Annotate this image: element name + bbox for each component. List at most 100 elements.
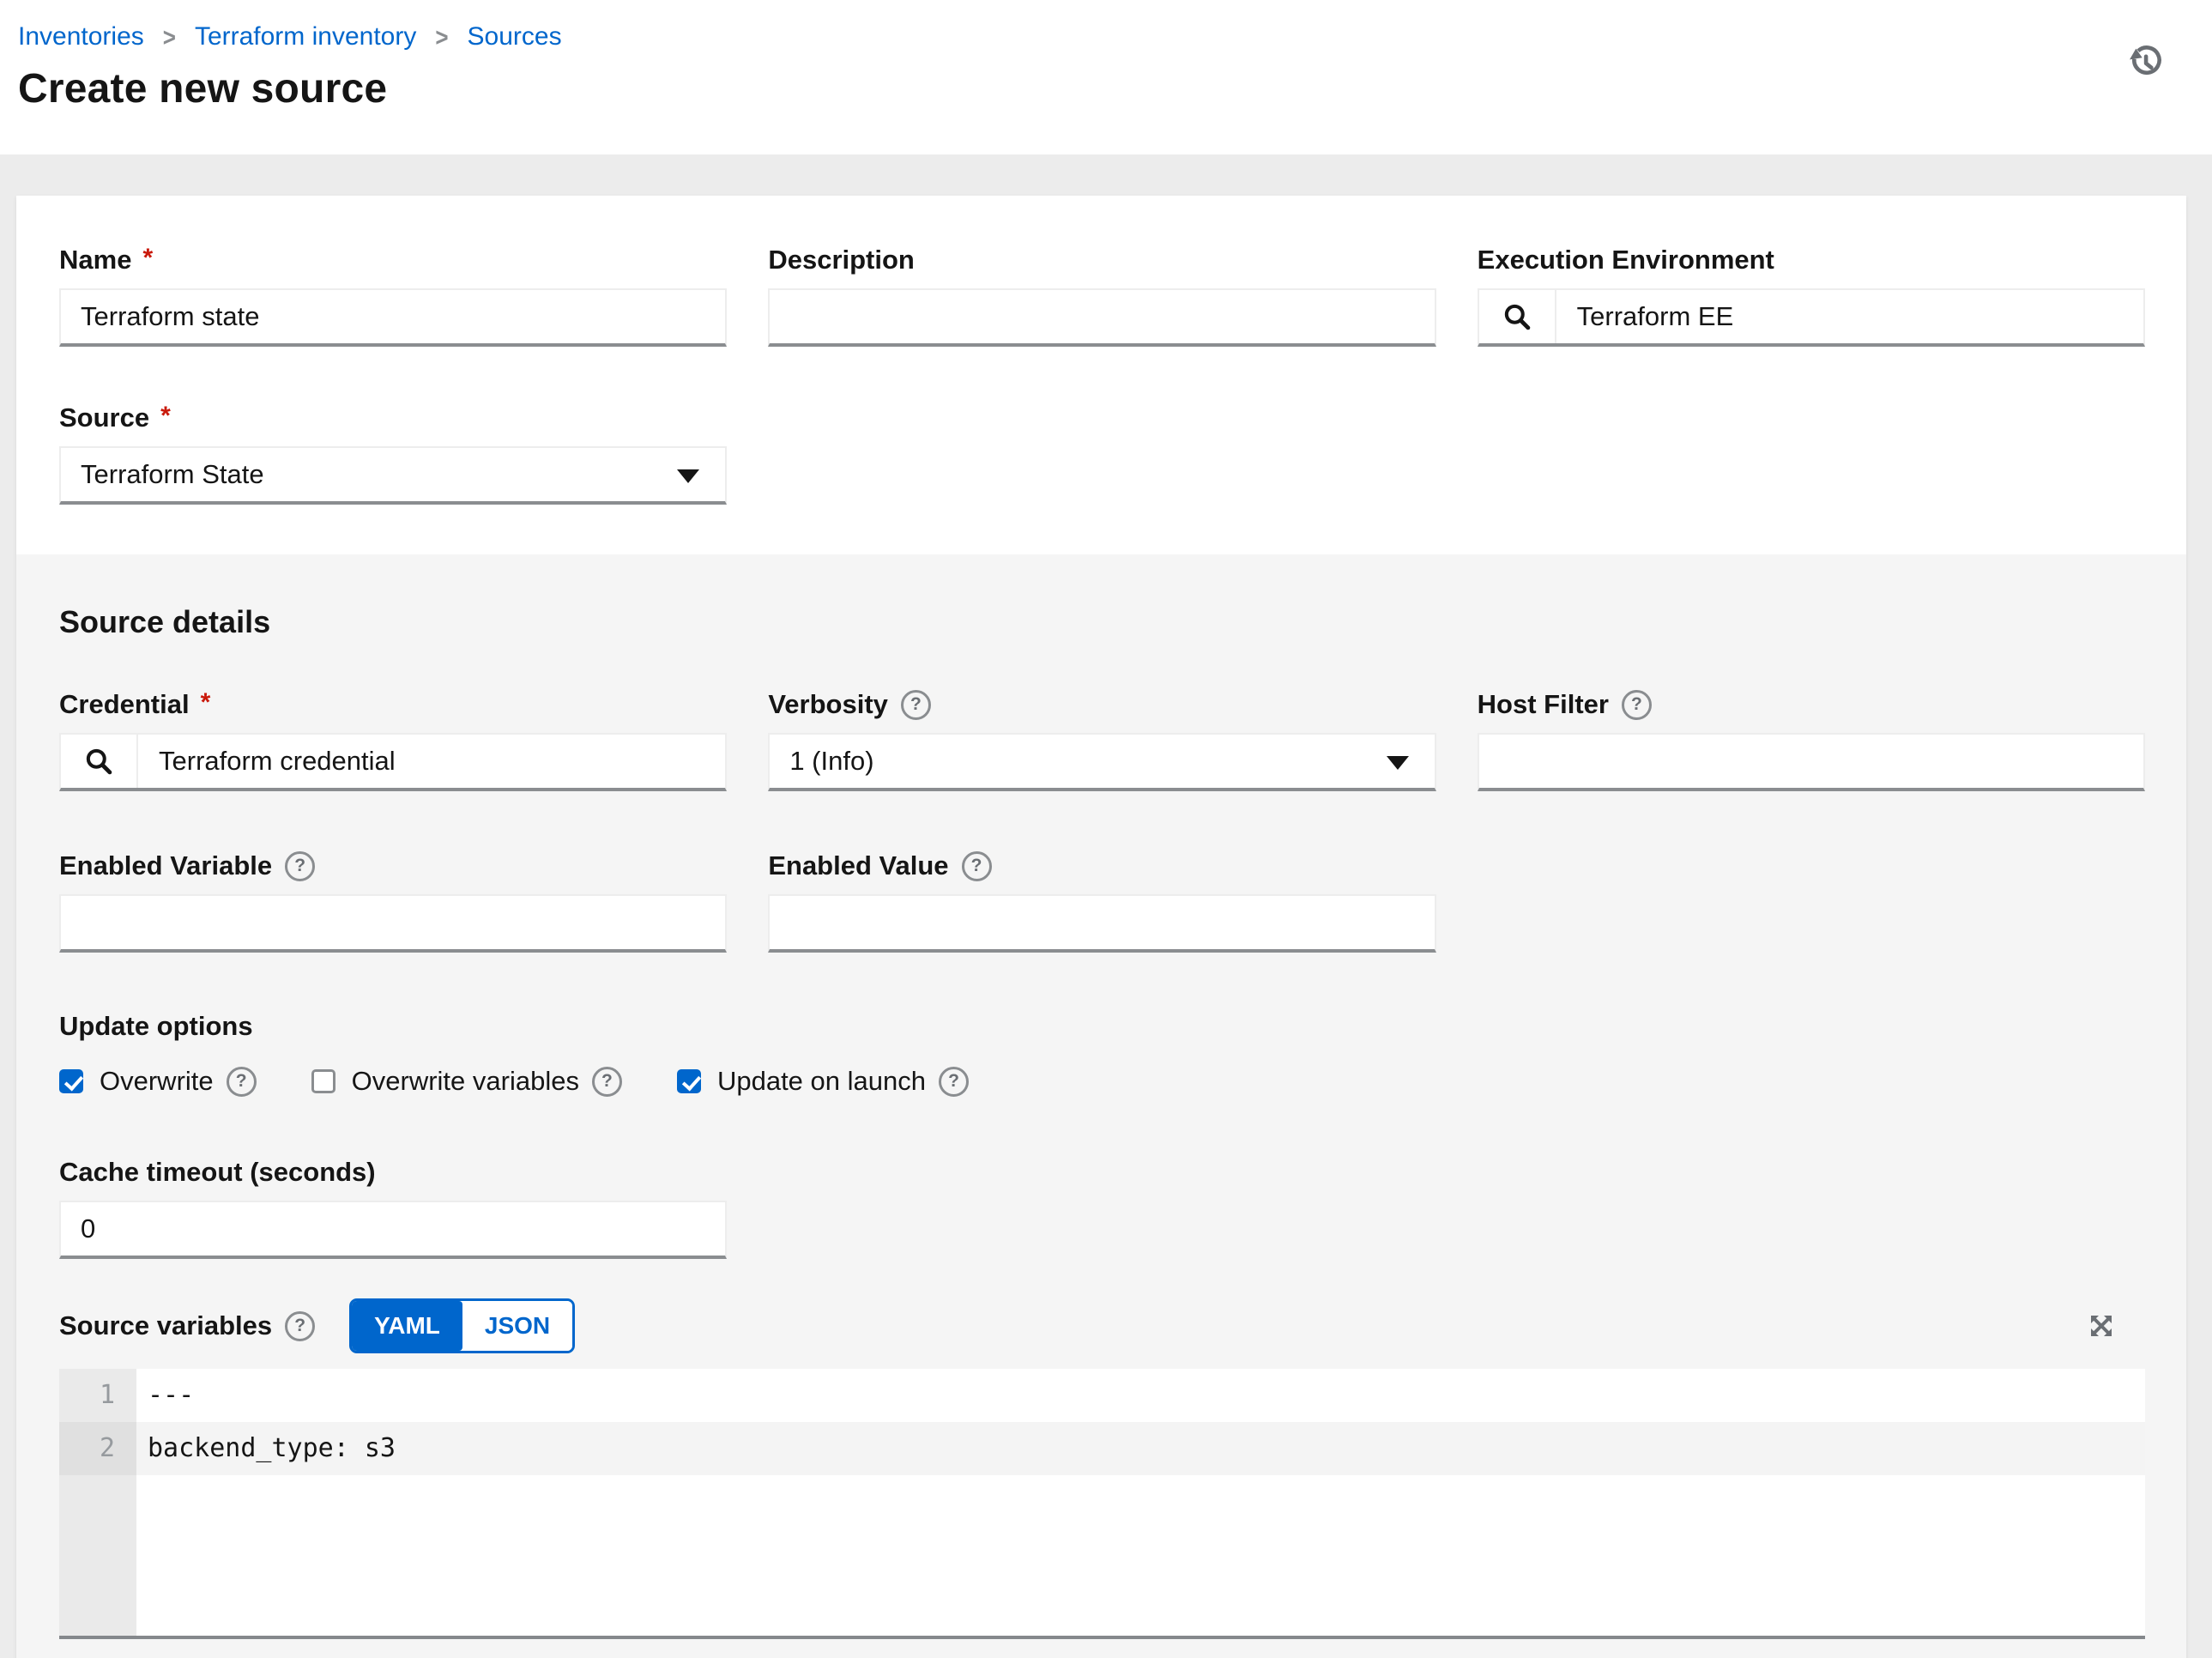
source-variables-label-text: Source variables	[59, 1310, 272, 1341]
search-icon	[83, 746, 114, 777]
host-filter-label: Host Filter ?	[1478, 687, 2145, 722]
credential-lookup	[59, 733, 727, 791]
update-options-label: Update options	[59, 1009, 2145, 1044]
execution-environment-search-button[interactable]	[1479, 290, 1556, 343]
editor-line-number: 1	[59, 1369, 136, 1422]
source-select[interactable]: Terraform State	[59, 446, 727, 505]
create-source-form-card: Name * Description Execution Environment	[16, 196, 2186, 1658]
expand-editor-button[interactable]	[2082, 1306, 2121, 1346]
help-icon[interactable]: ?	[1622, 690, 1652, 720]
help-icon[interactable]: ?	[901, 690, 931, 720]
chevron-down-icon	[677, 469, 699, 483]
name-input[interactable]	[59, 288, 727, 347]
update-on-launch-option: Update on launch ?	[677, 1066, 969, 1097]
name-label-text: Name	[59, 245, 131, 275]
source-field: Source * Terraform State	[59, 401, 727, 505]
description-label: Description	[768, 243, 1435, 277]
chevron-down-icon	[1387, 756, 1409, 770]
required-asterisk: *	[201, 688, 211, 717]
host-filter-field: Host Filter ?	[1478, 687, 2145, 791]
editor-line-code: backend_type: s3	[136, 1422, 396, 1475]
breadcrumb-separator-icon: >	[163, 21, 176, 52]
form-top-section: Name * Description Execution Environment	[16, 196, 2186, 554]
update-on-launch-checkbox[interactable]	[677, 1069, 701, 1093]
overwrite-variables-checkbox[interactable]	[311, 1069, 335, 1093]
update-options-group: Update options Overwrite ? Overwrite var…	[59, 1009, 2145, 1097]
help-icon[interactable]: ?	[939, 1067, 969, 1097]
history-icon	[2126, 43, 2164, 81]
update-on-launch-checkbox-label: Update on launch	[717, 1066, 926, 1097]
enabled-value-label: Enabled Value ?	[768, 849, 1435, 883]
help-icon[interactable]: ?	[592, 1067, 622, 1097]
overwrite-option: Overwrite ?	[59, 1066, 257, 1097]
overwrite-checkbox-label: Overwrite	[100, 1066, 214, 1097]
enabled-variable-label: Enabled Variable ?	[59, 849, 727, 883]
source-details-title: Source details	[59, 604, 2145, 640]
verbosity-label-text: Verbosity	[768, 689, 888, 720]
update-options-label-text: Update options	[59, 1011, 253, 1042]
description-field: Description	[768, 243, 1435, 347]
enabled-value-field: Enabled Value ?	[768, 849, 1435, 953]
source-variables-editor[interactable]: 1 --- 2 backend_type: s3	[59, 1369, 2145, 1639]
help-icon[interactable]: ?	[285, 851, 315, 881]
execution-environment-lookup	[1478, 288, 2145, 347]
enabled-variable-label-text: Enabled Variable	[59, 850, 272, 881]
breadcrumb-inventories[interactable]: Inventories	[18, 22, 144, 51]
name-field: Name *	[59, 243, 727, 347]
name-label: Name *	[59, 243, 727, 277]
enabled-value-label-text: Enabled Value	[768, 850, 948, 881]
source-label-text: Source	[59, 402, 149, 433]
history-button[interactable]	[2121, 38, 2169, 86]
credential-search-button[interactable]	[61, 735, 138, 788]
execution-environment-input[interactable]	[1556, 290, 2143, 343]
execution-environment-field: Execution Environment	[1478, 243, 2145, 347]
credential-label: Credential *	[59, 687, 727, 722]
cache-timeout-label: Cache timeout (seconds)	[59, 1155, 727, 1189]
credential-input[interactable]	[138, 735, 725, 788]
overwrite-checkbox[interactable]	[59, 1069, 83, 1093]
verbosity-select-value: 1 (Info)	[789, 746, 873, 777]
source-label: Source *	[59, 401, 727, 435]
breadcrumb-terraform-inventory[interactable]: Terraform inventory	[195, 22, 416, 51]
search-icon	[1502, 301, 1532, 332]
host-filter-input[interactable]	[1478, 733, 2145, 791]
breadcrumb: Inventories > Terraform inventory > Sour…	[18, 22, 2212, 51]
verbosity-field: Verbosity ? 1 (Info)	[768, 687, 1435, 791]
execution-environment-label-text: Execution Environment	[1478, 245, 1774, 275]
breadcrumb-sources[interactable]: Sources	[468, 22, 562, 51]
page-header: Inventories > Terraform inventory > Sour…	[0, 0, 2212, 154]
credential-label-text: Credential	[59, 689, 190, 720]
description-label-text: Description	[768, 245, 915, 275]
help-icon[interactable]: ?	[285, 1311, 315, 1341]
editor-line[interactable]: 1 ---	[59, 1369, 2145, 1422]
enabled-variable-input[interactable]	[59, 894, 727, 953]
required-asterisk: *	[142, 244, 153, 273]
help-icon[interactable]: ?	[227, 1067, 257, 1097]
source-variables-label: Source variables ?	[59, 1309, 315, 1343]
json-toggle-button[interactable]: JSON	[462, 1301, 572, 1351]
editor-line-number: 2	[59, 1422, 136, 1475]
editor-line-code: ---	[136, 1369, 194, 1422]
cache-timeout-input[interactable]	[59, 1201, 727, 1259]
breadcrumb-separator-icon: >	[435, 21, 448, 52]
credential-field: Credential *	[59, 687, 727, 791]
enabled-variable-field: Enabled Variable ?	[59, 849, 727, 953]
verbosity-label: Verbosity ?	[768, 687, 1435, 722]
page-body: Name * Description Execution Environment	[0, 154, 2212, 1658]
execution-environment-label: Execution Environment	[1478, 243, 2145, 277]
cache-timeout-label-text: Cache timeout (seconds)	[59, 1157, 376, 1188]
page-title: Create new source	[18, 65, 2212, 112]
yaml-toggle-button[interactable]: YAML	[352, 1301, 462, 1351]
enabled-value-input[interactable]	[768, 894, 1435, 953]
verbosity-select[interactable]: 1 (Info)	[768, 733, 1435, 791]
description-input[interactable]	[768, 288, 1435, 347]
source-select-value: Terraform State	[81, 459, 264, 490]
overwrite-variables-checkbox-label: Overwrite variables	[352, 1066, 579, 1097]
help-icon[interactable]: ?	[962, 851, 992, 881]
host-filter-label-text: Host Filter	[1478, 689, 1609, 720]
required-asterisk: *	[160, 402, 171, 431]
yaml-json-toggle: YAML JSON	[349, 1298, 575, 1353]
source-variables-row: Source variables ? YAML JSON	[59, 1298, 2145, 1353]
overwrite-variables-option: Overwrite variables ?	[311, 1066, 622, 1097]
editor-line-active[interactable]: 2 backend_type: s3	[59, 1422, 2145, 1475]
